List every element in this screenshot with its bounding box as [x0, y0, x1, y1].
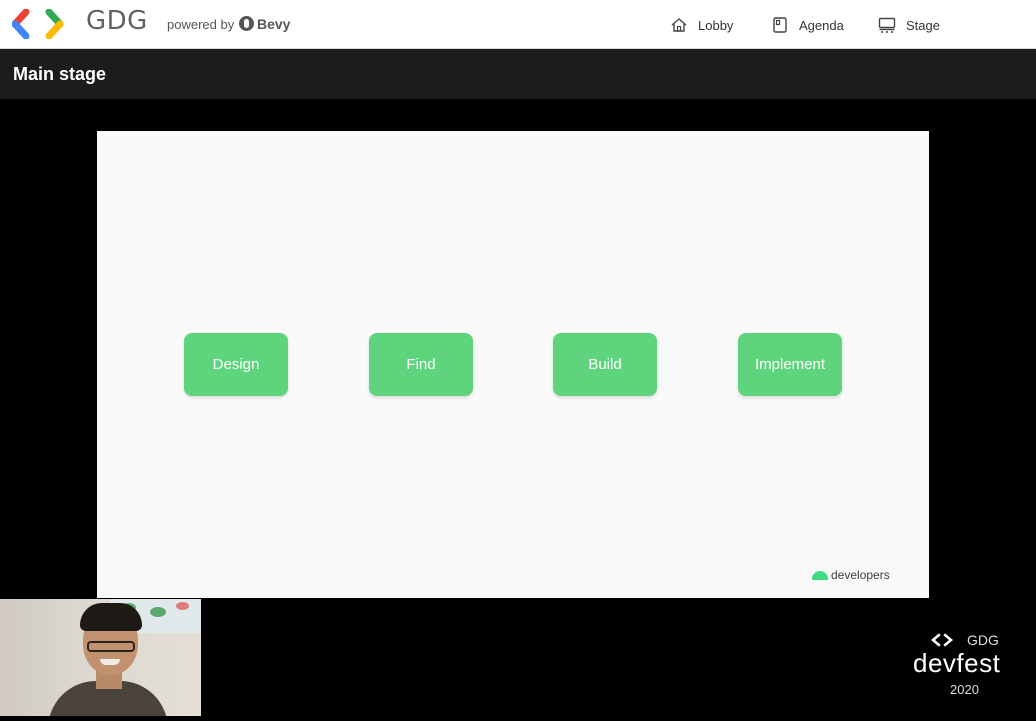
top-bar: GDG powered by Bevy Lobby Agenda Stage: [0, 0, 1036, 49]
gdg-logo-icon[interactable]: [12, 9, 74, 39]
developers-label: developers: [831, 568, 890, 582]
step-find: Find: [369, 333, 473, 396]
home-icon: [671, 18, 687, 32]
android-icon: [812, 570, 828, 580]
nav-lobby-label: Lobby: [698, 17, 734, 33]
android-developers-logo: developers: [812, 568, 890, 582]
agenda-icon: [773, 17, 787, 33]
step-implement: Implement: [738, 333, 842, 396]
nav-agenda[interactable]: Agenda: [771, 14, 844, 36]
nav-stage-label: Stage: [906, 17, 940, 33]
bevy-icon: [239, 16, 254, 31]
nav-lobby[interactable]: Lobby: [670, 14, 733, 36]
glasses: [87, 641, 135, 652]
page-title: Main stage: [13, 64, 107, 84]
step-design: Design: [184, 333, 288, 396]
step-build: Build: [553, 333, 657, 396]
brand-name: GDG: [86, 6, 148, 36]
nav-stage[interactable]: Stage: [878, 14, 940, 36]
speaker-webcam: [0, 599, 201, 716]
bevy-brand: Bevy: [257, 16, 291, 32]
stage-header: Main stage: [0, 49, 1036, 99]
nav-agenda-label: Agenda: [799, 17, 844, 33]
devfest-logo: GDG devfest 2020: [913, 630, 1019, 700]
devfest-gdg-label: GDG: [967, 632, 999, 648]
powered-by-text: powered by: [167, 17, 235, 32]
gdg-brackets-icon: [931, 633, 954, 647]
presentation-slide: Design Find Build Implement developers: [97, 131, 929, 598]
devfest-year: 2020: [950, 682, 979, 697]
devfest-label: devfest: [913, 648, 1001, 678]
stage-icon: [878, 17, 896, 33]
